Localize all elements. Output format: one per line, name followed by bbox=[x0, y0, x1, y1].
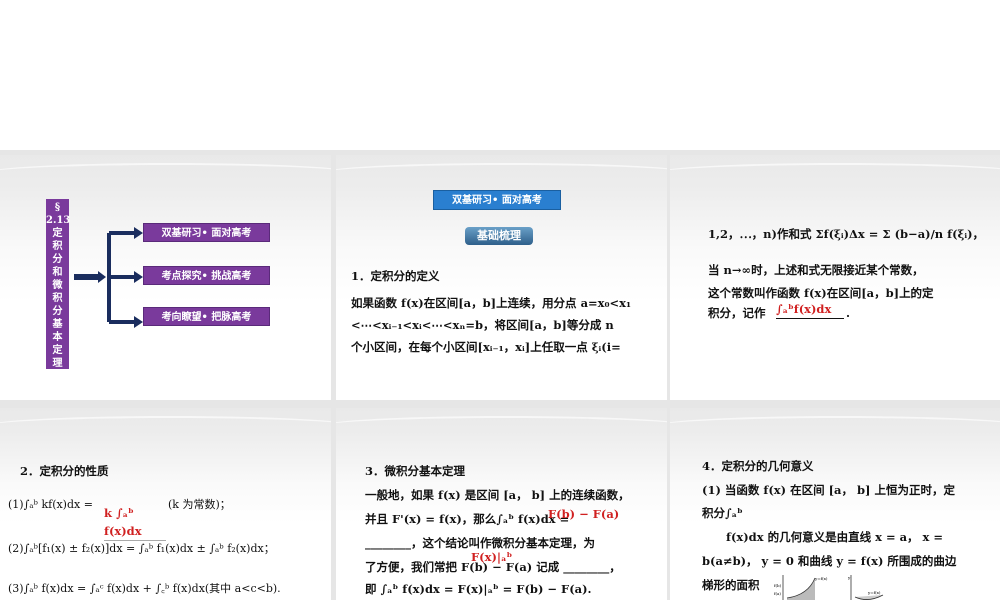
text-line: 梯形的面积 bbox=[702, 578, 760, 592]
slide-thumbnail-5[interactable]: 3．微积分基本定理 一般地，如果 f(x) 是区间 [a， b] 上的连续函数，… bbox=[336, 408, 667, 600]
slide-thumbnail-4[interactable]: 2．定积分的性质 (1)∫ₐᵇ kf(x)dx = k ∫ₐᵇ f(x)dx (… bbox=[0, 408, 331, 600]
section-title: § 2.13 定 积 分 和 微 积 分 基 本 定 理 bbox=[46, 199, 71, 369]
title-char: 积 bbox=[52, 293, 63, 304]
text-line: 即 ∫ₐᵇ f(x)dx = F(x)|ₐᵇ = F(b) − F(a). bbox=[365, 582, 592, 596]
property-1-note: (k 为常数)； bbox=[168, 498, 231, 511]
title-char: 2.13 bbox=[46, 215, 71, 226]
title-char: 基 bbox=[52, 319, 63, 330]
answer-1: F(b) − F(a) bbox=[548, 507, 620, 521]
property-1: (1)∫ₐᵇ kf(x)dx = bbox=[8, 498, 93, 511]
text-line: 当 n→∞时，上述和式无限接近某个常数， bbox=[708, 263, 924, 277]
graph-label: f(b) bbox=[774, 583, 782, 588]
arrow-connector-icon bbox=[74, 227, 143, 328]
text-line: 如果函数 f(x)在区间[a，b]上连续，用分点 a=x₀<x₁ bbox=[351, 296, 632, 310]
text-line: f(x)dx 的几何意义是由直线 x = a， x = bbox=[726, 530, 944, 544]
text-line: 积分，记作 bbox=[708, 306, 766, 320]
menu-item-explore[interactable]: 考点探究• 挑战高考 bbox=[143, 266, 270, 285]
area-graph-figure: y=f(x) f(b) f(a) y y=f(x) bbox=[774, 575, 884, 600]
text-line: 并且 F'(x) = f(x)，那么∫ₐᵇ f(x)dx = bbox=[365, 512, 570, 526]
text-line: <⋯<xᵢ₋₁<xᵢ<⋯<xₙ=b，将区间[a，b]等分成 n bbox=[351, 318, 614, 332]
answer-blank: ∫ₐᵇf(x)dx bbox=[776, 300, 844, 319]
text-line: 个小区间，在每个小区间[xᵢ₋₁，xᵢ]上任取一点 ξᵢ(i= bbox=[351, 340, 621, 354]
title-char: 积 bbox=[52, 241, 63, 252]
title-char: 理 bbox=[52, 358, 63, 369]
text-line: (1) 当函数 f(x) 在区间 [a， b] 上恒为正时，定 bbox=[702, 483, 955, 497]
slide-thumbnail-1[interactable]: § 2.13 定 积 分 和 微 积 分 基 本 定 理 双基研习• 面对高考 … bbox=[0, 155, 331, 400]
graph-label: y=f(x) bbox=[814, 576, 828, 581]
title-char: 定 bbox=[52, 228, 63, 239]
period: . bbox=[846, 306, 851, 320]
graph-label: y bbox=[847, 575, 851, 580]
slide-thumbnail-2[interactable]: 双基研习• 面对高考 基础梳理 1．定积分的定义 如果函数 f(x)在区间[a，… bbox=[336, 155, 667, 400]
slide-thumbnail-3[interactable]: 1,2，⋯，n)作和式 Σf(ξᵢ)Δx = Σ (b−a)/n f(ξᵢ)， … bbox=[670, 155, 1000, 400]
text-line: b(a≠b)， y = 0 和曲线 y = f(x) 所围成的曲边 bbox=[702, 554, 957, 568]
title-char: 微 bbox=[52, 280, 63, 291]
text-line: 积分∫ₐᵇ bbox=[702, 506, 743, 520]
header-banner: 双基研习• 面对高考 bbox=[433, 190, 561, 210]
graph-label: y=f(x) bbox=[867, 590, 881, 595]
title-char: 分 bbox=[52, 306, 63, 317]
heading: 2．定积分的性质 bbox=[20, 464, 109, 478]
property-2: (2)∫ₐᵇ[f₁(x) ± f₂(x)]dx = ∫ₐᵇ f₁(x)dx ± … bbox=[8, 542, 275, 555]
title-char: 和 bbox=[52, 267, 63, 278]
answer-blank: k ∫ₐᵇ f(x)dx bbox=[104, 504, 166, 541]
title-char: 定 bbox=[52, 345, 63, 356]
slide-thumbnail-6[interactable]: 4．定积分的几何意义 (1) 当函数 f(x) 在区间 [a， b] 上恒为正时… bbox=[670, 408, 1000, 600]
title-char: 分 bbox=[52, 254, 63, 265]
section-badge: 基础梳理 bbox=[465, 227, 533, 245]
title-char: § bbox=[54, 202, 61, 213]
heading: 3．微积分基本定理 bbox=[365, 464, 466, 478]
heading: 1．定积分的定义 bbox=[351, 269, 440, 283]
menu-item-outlook[interactable]: 考向瞭望• 把脉高考 bbox=[143, 307, 270, 326]
property-3: (3)∫ₐᵇ f(x)dx = ∫ₐᶜ f(x)dx + ∫꜀ᵇ f(x)dx(… bbox=[8, 582, 281, 595]
blank-area bbox=[0, 0, 1000, 150]
graph-label: f(a) bbox=[774, 591, 781, 596]
text-line: 1,2，⋯，n)作和式 Σf(ξᵢ)Δx = Σ (b−a)/n f(ξᵢ)， bbox=[708, 227, 985, 241]
title-char: 本 bbox=[52, 332, 63, 343]
heading: 4．定积分的几何意义 bbox=[702, 459, 814, 473]
answer-2: F(x)|ₐᵇ bbox=[471, 550, 513, 564]
menu-item-basics[interactable]: 双基研习• 面对高考 bbox=[143, 223, 270, 242]
